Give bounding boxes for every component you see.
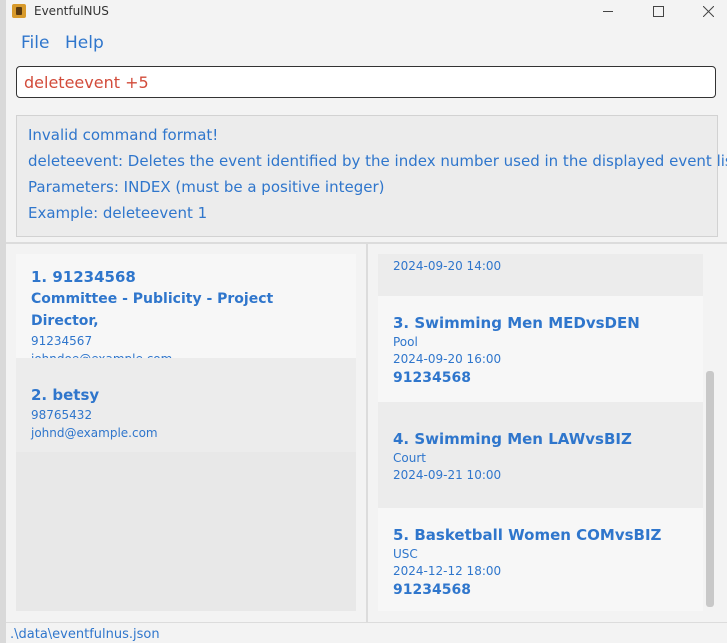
event-contact: 91234568 [393, 370, 471, 386]
panel-divider [366, 244, 368, 622]
result-line: Parameters: INDEX (must be a positive in… [28, 178, 385, 196]
event-datetime: 2024-09-21 10:00 [393, 468, 502, 482]
person-list[interactable]: 1. 91234568 Committee - Publicity - Proj… [16, 254, 356, 611]
app-logo-icon [12, 4, 26, 18]
event-card-partial[interactable]: 2024-09-20 14:00 [378, 254, 703, 296]
app-window: EventfulNUS File Help deleteevent +5 Inv… [0, 0, 727, 643]
minimize-icon [603, 10, 613, 12]
event-card[interactable]: 4. Swimming Men LAWvsBIZ Court 2024-09-2… [378, 402, 703, 508]
result-line: Invalid command format! [28, 126, 219, 144]
person-name: 1. 91234568 [31, 268, 136, 286]
maximize-icon [652, 5, 664, 17]
event-name: 4. Swimming Men LAWvsBIZ [393, 430, 632, 448]
person-email: johnd@example.com [31, 426, 158, 440]
status-bar: .\data\eventfulnus.json [6, 622, 727, 643]
event-datetime: 2024-12-12 18:00 [393, 564, 502, 578]
person-card[interactable]: 1. 91234568 Committee - Publicity - Proj… [16, 254, 356, 366]
close-icon [702, 5, 714, 17]
title-bar: EventfulNUS [6, 0, 727, 22]
event-card[interactable]: 3. Swimming Men MEDvsDEN Pool 2024-09-20… [378, 296, 703, 402]
event-venue: Court [393, 451, 426, 465]
person-card[interactable]: 2. betsy 98765432 johnd@example.com [16, 358, 356, 452]
menu-file[interactable]: File [21, 33, 49, 53]
person-name: 2. betsy [31, 386, 100, 404]
minimize-button[interactable] [585, 0, 631, 22]
save-location: .\data\eventfulnus.json [10, 627, 160, 642]
event-name: 3. Swimming Men MEDvsDEN [393, 314, 640, 332]
person-roles: Committee - Publicity - Project Director… [31, 291, 274, 329]
command-area: deleteevent +5 [6, 60, 727, 108]
event-datetime: 2024-09-20 16:00 [393, 352, 502, 366]
lists-pane: 1. 91234568 Committee - Publicity - Proj… [6, 244, 727, 622]
menu-bar: File Help [6, 22, 727, 60]
menu-help[interactable]: Help [65, 33, 104, 53]
event-list-scrollbar[interactable] [706, 371, 714, 607]
result-display: Invalid command format! deleteevent: Del… [16, 115, 727, 237]
result-line: Example: deleteevent 1 [28, 204, 208, 222]
window-title: EventfulNUS [34, 4, 109, 18]
person-phone: 91234567 [31, 334, 93, 348]
result-area: Invalid command format! deleteevent: Del… [6, 108, 727, 242]
result-line: deleteevent: Deletes the event identifie… [28, 152, 727, 170]
maximize-button[interactable] [635, 0, 681, 22]
command-input[interactable]: deleteevent +5 [16, 66, 716, 98]
event-list[interactable]: 2024-09-20 14:00 3. Swimming Men MEDvsDE… [378, 254, 703, 611]
event-card[interactable]: 5. Basketball Women COMvsBIZ USC 2024-12… [378, 508, 703, 611]
event-venue: USC [393, 547, 418, 561]
event-name: 5. Basketball Women COMvsBIZ [393, 526, 662, 544]
close-button[interactable] [685, 0, 727, 22]
event-contact: 91234568 [393, 582, 471, 598]
event-venue: Pool [393, 335, 418, 349]
person-phone: 98765432 [31, 408, 93, 422]
event-datetime: 2024-09-20 14:00 [393, 259, 502, 273]
